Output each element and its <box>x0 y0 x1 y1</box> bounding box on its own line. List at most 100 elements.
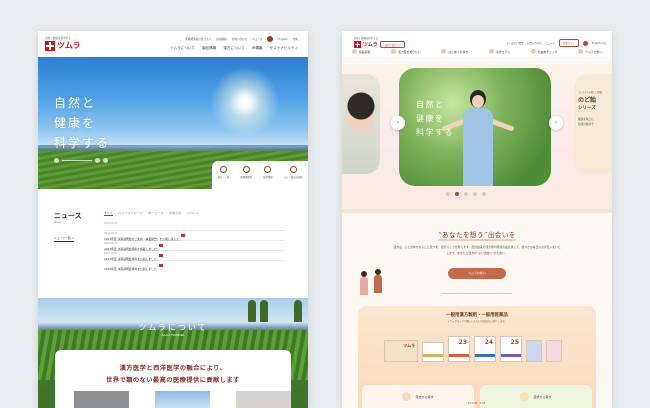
nav-label: 漢方薬を知りたい <box>398 49 421 54</box>
slide-label: ツムラからの新しい提案 <box>578 91 602 94</box>
herb-icon <box>402 392 412 401</box>
quick-link-label: 漢方・一般 <box>217 176 230 179</box>
about-lead: 世界で類のない最高の医療提供に貢献します <box>106 377 240 384</box>
product-site-mockup: 自然と健康を科学する ツムラ 一般向け製品サイト よくあるご質問 お問い合わせ … <box>342 31 612 408</box>
slide-previous[interactable] <box>342 74 380 174</box>
check-icon <box>530 49 536 54</box>
people-illustration <box>360 267 388 297</box>
news-text: 2023年度 決算説明会資料を公開しました <box>104 267 157 271</box>
nav-item-learn[interactable]: 漢方薬を知りたい <box>391 49 421 54</box>
utility-link-contact[interactable]: お問い合わせ <box>232 37 248 41</box>
product-box[interactable]: 23 <box>448 336 470 362</box>
chevron-right-icon[interactable]: › <box>549 116 563 130</box>
quick-link[interactable]: 採用情報 <box>263 166 273 189</box>
search-icon[interactable] <box>267 36 274 42</box>
logo[interactable]: 自然と健康を科学する ツムラ 一般向け製品サイト <box>354 36 406 48</box>
nav-item-beginner[interactable]: はじめての漢方 <box>441 49 468 54</box>
pdf-icon <box>158 264 163 267</box>
news-more-link[interactable]: ニュース一覧 → <box>54 236 74 242</box>
nav-item-about[interactable]: ツムラについて <box>170 46 195 51</box>
pager-dot[interactable] <box>103 158 108 163</box>
thumbnail-image[interactable] <box>155 391 210 408</box>
corporate-site-button[interactable]: 企業サイト <box>558 39 579 47</box>
carousel-dot[interactable] <box>482 192 486 196</box>
tab-ir[interactable]: IRニュース <box>148 211 163 216</box>
utility-link-chinese[interactable]: 中文 <box>293 37 298 41</box>
nav-item-sustainability[interactable]: サステナビリティ <box>270 46 298 51</box>
utility-link-recruit[interactable]: 採用情報 <box>216 37 226 41</box>
product-band <box>501 354 521 357</box>
hero-line: 科学する <box>54 136 111 150</box>
tree <box>248 300 256 322</box>
utility-link-english[interactable]: English <box>278 38 287 41</box>
product-box[interactable] <box>526 340 542 362</box>
quick-link-label: 採用情報 <box>263 176 273 179</box>
figure-body <box>360 277 368 295</box>
logo-name: ツムラ <box>363 42 378 48</box>
logo[interactable]: ツムラ <box>45 40 80 51</box>
otc-section: 一般用漢方製剤・一般用医薬品 ドラッグストアで購入いただける製品をご紹介します。… <box>358 306 596 408</box>
logo-tagline: 自然と健康を科学する <box>354 37 378 40</box>
mission-button[interactable]: ツムラの想い <box>448 268 506 279</box>
nav-item-ir[interactable]: IR情報 <box>252 46 263 51</box>
product-band <box>449 354 469 357</box>
slide-next[interactable]: ツムラからの新しい提案 のど飴 シリーズ 健康を毎日に 和漢の素材で <box>574 74 612 174</box>
site-header: 自然と健康を科学する ツムラ 一般向け製品サイト よくあるご質問 お問い合わせ … <box>342 31 612 57</box>
tab-event[interactable]: イベント <box>187 211 199 216</box>
product-box[interactable]: 24 <box>474 336 496 362</box>
pen-icon <box>489 49 494 54</box>
quick-links: 漢方・一般 医療関係者 採用情報 ツムラ漢方記念館 <box>212 161 308 189</box>
nav-label: 漢方コラム <box>496 49 510 54</box>
carousel-dot-active[interactable] <box>455 192 459 196</box>
hero-line: 自然と <box>416 100 445 109</box>
figure <box>374 269 382 295</box>
nav-label: ツムラの想い <box>585 49 602 54</box>
nav-item-products[interactable]: 製品情報 <box>352 49 370 54</box>
about-lead: 漢方医学と西洋医学の融合により、 <box>119 365 227 372</box>
utility-link-news[interactable]: ニュース <box>545 41 554 45</box>
nav-item-products[interactable]: 製品情報 <box>202 46 216 51</box>
product-box[interactable] <box>422 342 444 362</box>
nav-item-check[interactable]: 気血水チェック <box>530 49 557 54</box>
nav-item-column[interactable]: 漢方コラム <box>489 49 510 54</box>
product-box[interactable]: ツムラ <box>384 340 418 362</box>
quick-link[interactable]: 漢方・一般 <box>217 166 229 189</box>
building-icon <box>289 166 297 173</box>
carousel-dot[interactable] <box>473 192 477 196</box>
pager-dot[interactable] <box>95 158 100 163</box>
language-links[interactable]: English 中文 <box>592 41 606 45</box>
nav-item-kampo[interactable]: 漢方について <box>223 46 244 51</box>
thumbnail-image[interactable] <box>236 391 291 408</box>
tab-all[interactable]: すべて <box>104 211 113 216</box>
site-header: 自然と健康を科学する ツムラ 医療関係者の皆さまへ 採用情報 お問い合わせ ニュ… <box>38 31 308 57</box>
cross-icon <box>354 41 361 48</box>
bottle-icon <box>352 49 357 54</box>
news-date: 2024.03.15 <box>104 222 118 225</box>
about-subtitle: About TSUMURA <box>161 333 185 337</box>
search-label: 症状から探す <box>533 394 552 399</box>
carousel-dot[interactable] <box>464 192 468 196</box>
search-icon[interactable] <box>582 40 588 46</box>
tab-notice[interactable]: お知らせ <box>169 211 181 216</box>
hero-carousel: 自然と 健康を 科学する ツムラからの新しい提案 のど飴 シリーズ 健康を毎日に… <box>342 64 612 209</box>
product-box[interactable]: 25 <box>500 336 522 362</box>
quick-link[interactable]: 医療関係者 <box>240 166 252 189</box>
product-box[interactable] <box>546 340 562 362</box>
quick-link[interactable]: ツムラ漢方記念館 <box>284 166 303 189</box>
slide-desc: 健康を毎日に 和漢の素材で <box>578 117 594 127</box>
tab-release[interactable]: ニュースリリース <box>119 211 143 216</box>
list-item[interactable]: 2024.03.15 2023年度 決算説明会のご案内（事業報告）を公開しました <box>104 221 284 241</box>
pager-dot[interactable] <box>54 158 59 163</box>
nav-item-mission[interactable]: ツムラの想い <box>578 49 602 54</box>
global-nav: 製品情報 漢方薬を知りたい はじめての漢方 漢方コラム 気血水チェック ツムラの… <box>352 49 602 54</box>
utility-link-medical[interactable]: 医療関係者の皆さまへ <box>185 37 211 41</box>
utility-link-news[interactable]: ニュース <box>252 37 262 41</box>
thumbnail-image[interactable] <box>74 391 129 408</box>
carousel-dot[interactable] <box>446 192 450 196</box>
site-badge: 一般向け製品サイト <box>379 41 406 48</box>
cross-icon <box>45 40 55 51</box>
product-number: 24 <box>484 339 493 346</box>
utility-link-faq[interactable]: よくあるご質問 <box>506 41 523 45</box>
chevron-left-icon[interactable]: ‹ <box>391 116 405 130</box>
utility-link-contact[interactable]: お問い合わせ <box>527 41 541 45</box>
